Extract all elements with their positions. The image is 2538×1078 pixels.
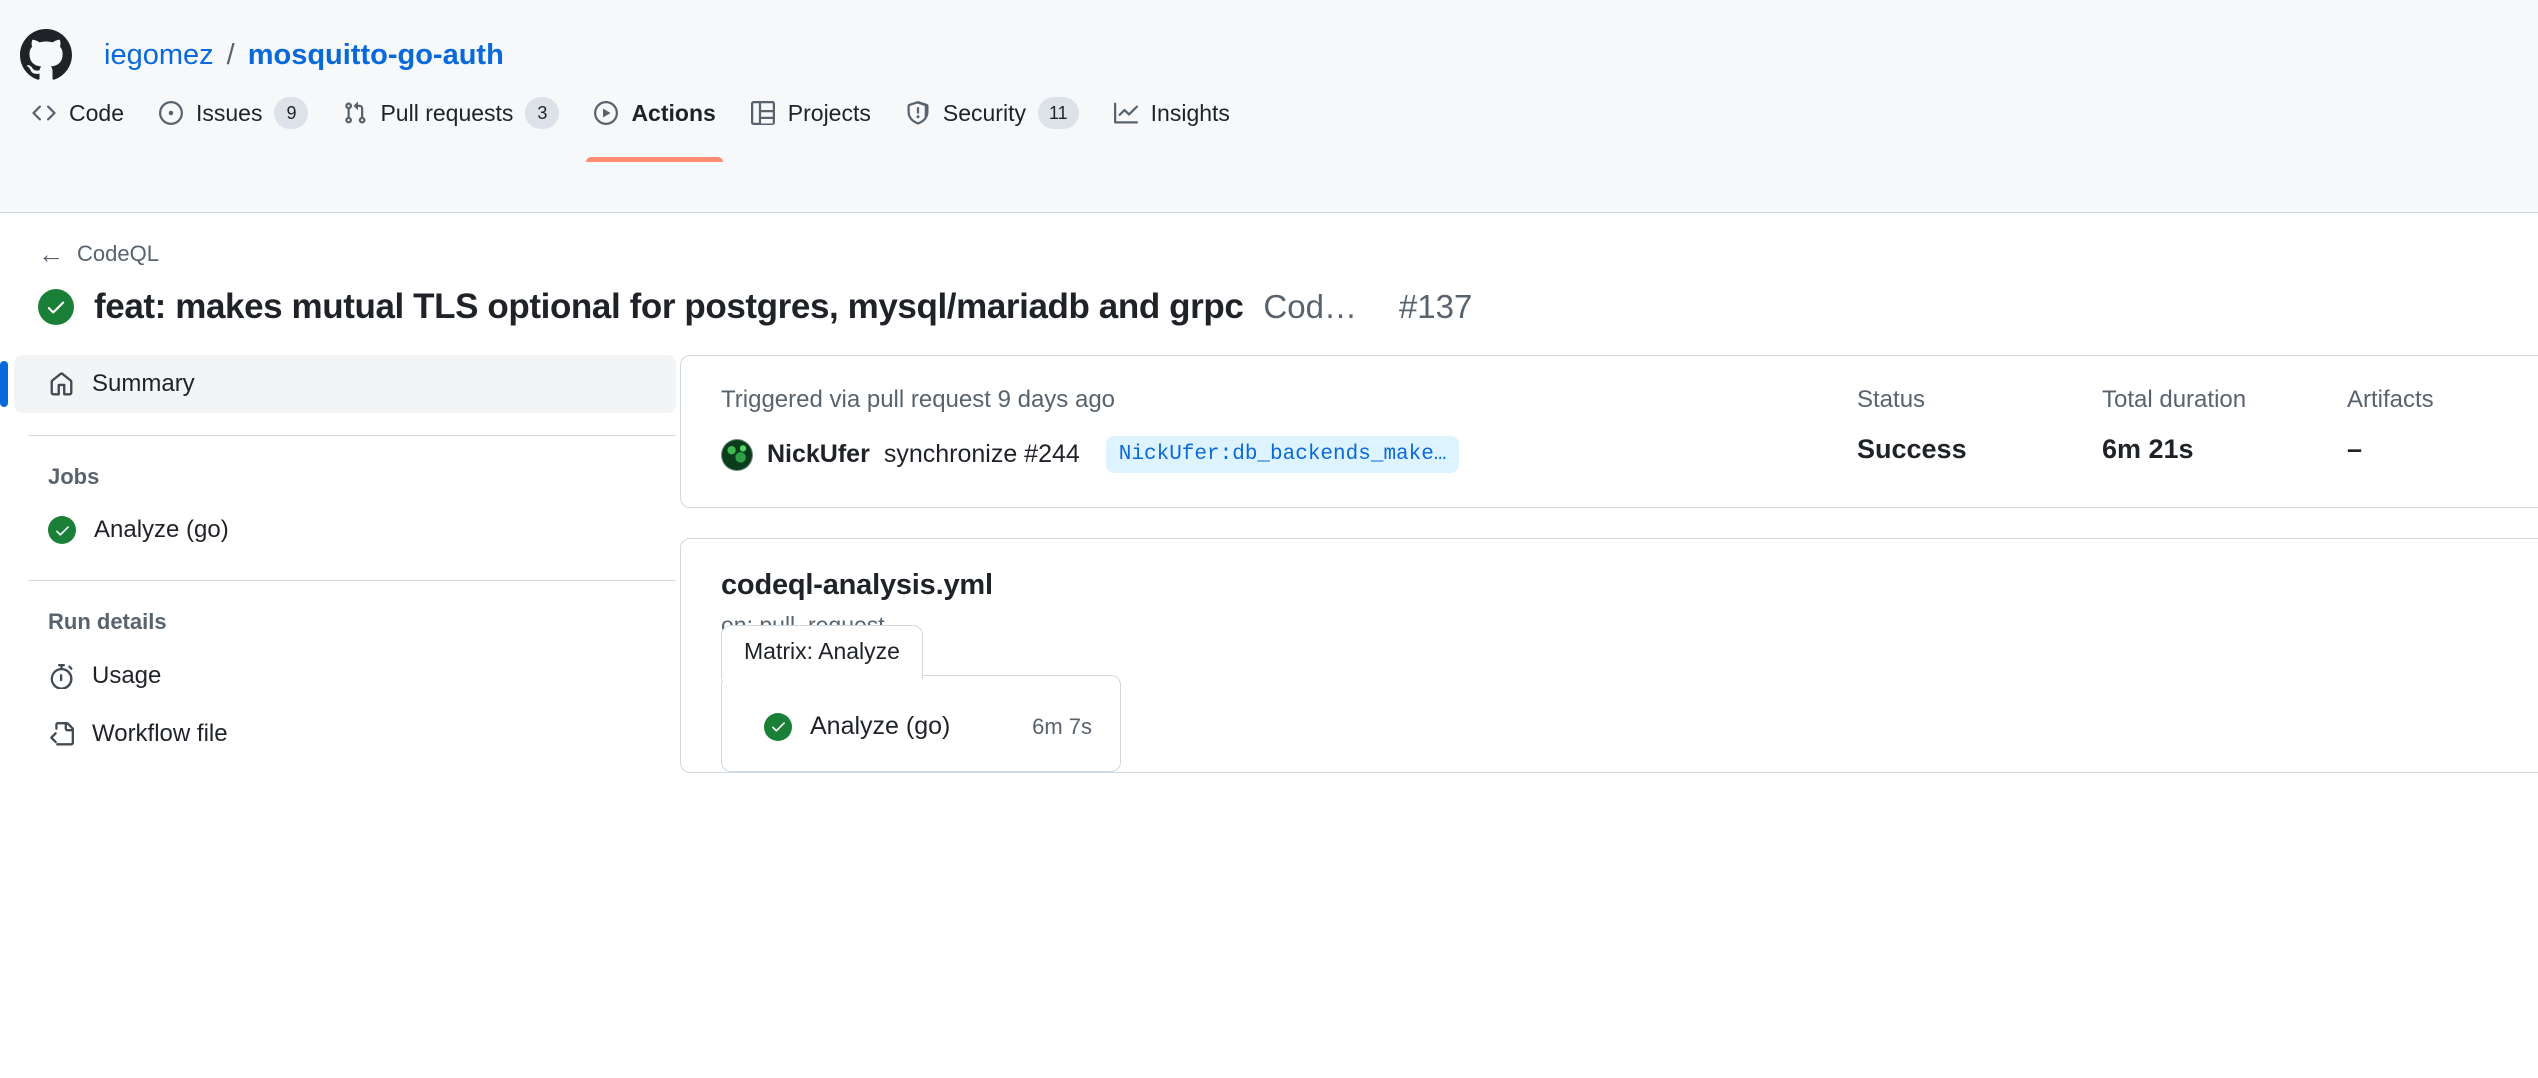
check-circle-icon bbox=[38, 289, 74, 325]
check-circle-icon bbox=[764, 712, 792, 741]
tab-security-counter: 11 bbox=[1037, 97, 1079, 129]
repo-name-link[interactable]: mosquitto-go-auth bbox=[248, 40, 504, 70]
artifacts-column: Artifacts – bbox=[2347, 386, 2537, 473]
page-title: feat: makes mutual TLS optional for post… bbox=[94, 287, 1244, 326]
play-icon bbox=[593, 100, 619, 126]
tab-pull-requests[interactable]: Pull requests 3 bbox=[325, 84, 576, 162]
breadcrumb: iegomez / mosquitto-go-auth bbox=[104, 38, 504, 71]
back-to-workflow-link[interactable]: ← CodeQL bbox=[38, 241, 159, 267]
sidebar-heading-jobs: Jobs bbox=[48, 464, 100, 489]
run-header: ← CodeQL feat: makes mutual TLS optional… bbox=[0, 213, 2538, 327]
git-pull-request-icon bbox=[342, 100, 368, 126]
arrow-left-icon: ← bbox=[38, 239, 64, 269]
graph-icon bbox=[1113, 100, 1139, 126]
artifacts-value: – bbox=[2347, 434, 2363, 464]
check-circle-icon bbox=[48, 516, 76, 544]
repo-nav-tabs: Code Issues 9 Pull requests 3 Actions Pr… bbox=[0, 84, 2538, 162]
sidebar-item-usage[interactable]: Usage bbox=[14, 647, 676, 705]
issue-opened-icon bbox=[158, 100, 184, 126]
repo-owner-link[interactable]: iegomez bbox=[104, 40, 214, 70]
code-icon bbox=[31, 100, 57, 126]
status-badge: Success bbox=[1857, 434, 1967, 464]
duration-value: 6m 21s bbox=[2102, 434, 2194, 464]
tab-insights[interactable]: Insights bbox=[1096, 84, 1247, 162]
tab-security-label: Security bbox=[942, 99, 1026, 126]
sidebar-item-summary-label: Summary bbox=[92, 370, 195, 397]
tab-actions[interactable]: Actions bbox=[576, 84, 732, 162]
shield-icon bbox=[905, 100, 931, 126]
workflow-graph-card: codeql-analysis.yml on: pull_request Mat… bbox=[680, 538, 2538, 773]
trigger-text: Triggered via pull request 9 days ago bbox=[721, 386, 1116, 413]
matrix-group-label: Matrix: Analyze bbox=[721, 625, 923, 680]
github-mark-icon[interactable] bbox=[20, 29, 72, 81]
matrix-job-duration: 6m 7s bbox=[1032, 713, 1092, 739]
matrix-job-name: Analyze (go) bbox=[810, 712, 951, 740]
tab-code[interactable]: Code bbox=[14, 84, 141, 162]
matrix-group: Matrix: Analyze Analyze (go) 6m 7s bbox=[721, 625, 1121, 772]
artifacts-label: Artifacts bbox=[2347, 386, 2434, 413]
run-summary-card: Triggered via pull request 9 days ago Ni… bbox=[680, 355, 2538, 508]
tab-pull-requests-counter: 3 bbox=[525, 97, 560, 129]
trigger-column: Triggered via pull request 9 days ago Ni… bbox=[721, 386, 1857, 473]
tab-actions-label: Actions bbox=[631, 99, 716, 126]
sidebar-heading-run-details: Run details bbox=[48, 609, 167, 634]
run-main-content: Triggered via pull request 9 days ago Ni… bbox=[680, 355, 2538, 773]
actor-row: NickUfer synchronize #244 NickUfer:db_ba… bbox=[721, 436, 1857, 473]
run-body: Summary Jobs Analyze (go) Run details Us… bbox=[0, 327, 2538, 773]
tab-issues-label: Issues bbox=[195, 99, 263, 126]
back-link-label: CodeQL bbox=[77, 241, 159, 266]
sidebar-item-summary[interactable]: Summary bbox=[0, 355, 676, 413]
repo-breadcrumb-row: iegomez / mosquitto-go-auth bbox=[0, 0, 2538, 84]
avatar[interactable] bbox=[721, 438, 753, 471]
sidebar-item-usage-label: Usage bbox=[92, 662, 162, 689]
status-column: Status Success bbox=[1857, 386, 2102, 473]
tab-projects[interactable]: Projects bbox=[733, 84, 888, 162]
workflow-file-name: codeql-analysis.yml bbox=[721, 569, 993, 601]
branch-badge[interactable]: NickUfer:db_backends_make… bbox=[1105, 436, 1460, 473]
run-number: #137 bbox=[1398, 288, 1473, 325]
sidebar-job-label: Analyze (go) bbox=[94, 516, 229, 543]
table-icon bbox=[750, 100, 776, 126]
tab-security[interactable]: Security 11 bbox=[888, 84, 1096, 162]
breadcrumb-separator: / bbox=[226, 38, 235, 71]
run-sidebar: Summary Jobs Analyze (go) Run details Us… bbox=[0, 355, 680, 773]
matrix-job-node[interactable]: Analyze (go) 6m 7s bbox=[722, 676, 1120, 771]
sidebar-item-workflow-file[interactable]: Workflow file bbox=[14, 705, 676, 763]
run-workflow-name: Cod… bbox=[1263, 288, 1357, 325]
workflow-trigger-event: on: pull_request bbox=[721, 612, 2537, 639]
duration-label: Total duration bbox=[2102, 386, 2247, 413]
actor-name[interactable]: NickUfer bbox=[767, 440, 870, 469]
duration-column: Total duration 6m 21s bbox=[2102, 386, 2347, 473]
tab-insights-label: Insights bbox=[1150, 99, 1230, 126]
tab-issues-counter: 9 bbox=[274, 97, 309, 129]
run-title-row: feat: makes mutual TLS optional for post… bbox=[38, 287, 2538, 327]
sidebar-item-workflow-file-label: Workflow file bbox=[92, 720, 228, 747]
tab-pull-requests-label: Pull requests bbox=[380, 99, 514, 126]
tab-projects-label: Projects bbox=[787, 99, 871, 126]
app-header: iegomez / mosquitto-go-auth Code Issues … bbox=[0, 0, 2538, 213]
status-label: Status bbox=[1857, 386, 1926, 413]
tab-code-label: Code bbox=[69, 99, 124, 126]
sidebar-item-job-analyze-go[interactable]: Analyze (go) bbox=[14, 502, 676, 558]
tab-issues[interactable]: Issues 9 bbox=[141, 84, 325, 162]
stopwatch-icon bbox=[48, 663, 74, 689]
home-icon bbox=[48, 371, 74, 397]
file-code-icon bbox=[48, 721, 74, 747]
trigger-event[interactable]: synchronize #244 bbox=[884, 440, 1080, 469]
